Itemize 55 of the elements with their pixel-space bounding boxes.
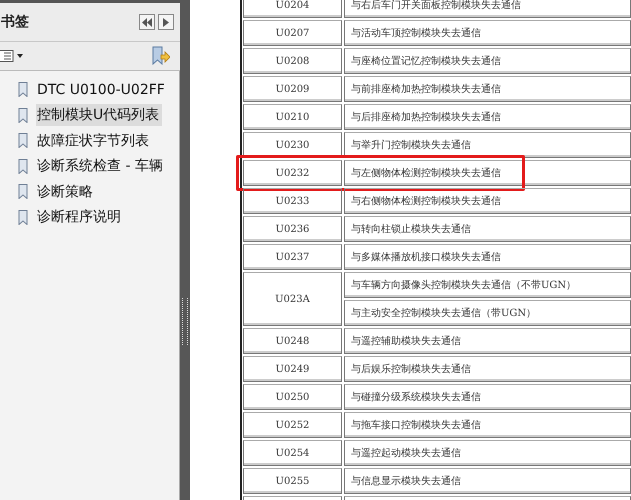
table-cell: 与碰撞分级系统模块失去通信	[344, 384, 631, 410]
table-cell: 与遥控起动模块失去通信	[344, 440, 631, 466]
bookmark-item[interactable]: 诊断系统检查 - 车辆	[36, 155, 166, 178]
table-cell: 与前排座椅加热控制模块失去通信	[344, 76, 631, 102]
table-cell: 与遥控辅助模块失去通信	[344, 328, 631, 354]
bookmark-icon	[18, 158, 28, 174]
table-cell: U0254	[243, 440, 342, 466]
bookmark-icon	[18, 108, 28, 123]
bookmark-icon	[18, 82, 28, 98]
panel-title: 书签	[1, 13, 29, 31]
table-cell: U0204	[243, 0, 342, 18]
table-cell: U0248	[243, 328, 342, 354]
table-cell: 与活动车顶控制模块失去通信	[344, 20, 631, 46]
table-cell: U0208	[243, 48, 342, 74]
double-left-arrow-icon	[142, 18, 152, 26]
table-cell: 与信息显示模块失去通信	[344, 468, 631, 494]
table-cell: U0210	[243, 104, 342, 130]
table-cell: 与举升门控制模块失去通信	[344, 132, 631, 158]
bookmark-item[interactable]: 控制模块U代码列表	[36, 104, 162, 126]
bookmark-item[interactable]: 故障症状字节列表	[36, 130, 152, 152]
bookmark-item[interactable]: 诊断程序说明	[36, 206, 124, 228]
bookmark-icon	[18, 184, 28, 200]
table-cell: U0237	[243, 244, 342, 270]
table-cell: U0230	[243, 132, 342, 158]
table-cell: 与右侧物体检测控制模块失去通信	[344, 188, 631, 214]
right-arrow-icon	[163, 18, 169, 26]
table-cell: 与主动安全控制模块失去通信（带UGN）	[344, 300, 631, 326]
table-cell: U0207	[243, 20, 342, 46]
table-cell: 与多媒体播放机接口模块失去通信	[344, 244, 631, 270]
table-cell: 与车辆方向摄像头控制模块失去通信（不带UGN）	[344, 272, 631, 298]
table-cell: 与后排座椅加热控制模块失去通信	[344, 104, 631, 130]
bookmark-item[interactable]: 诊断策略	[36, 180, 96, 203]
table-cell: U0250	[243, 384, 342, 410]
table-cell: U0252	[243, 412, 342, 438]
table-cell: U0249	[243, 356, 342, 382]
new-bookmark-icon[interactable]	[152, 46, 170, 66]
bookmark-icon	[18, 133, 28, 148]
table-cell: 与左侧物体检测控制模块失去通信	[344, 160, 631, 186]
table-cell: 与座椅位置记忆控制模块失去通信	[344, 48, 631, 74]
table-cell: 与转向柱锁止模块失去通信	[344, 216, 631, 242]
next-button[interactable]	[158, 14, 174, 30]
collapse-button[interactable]	[139, 14, 155, 30]
table-cell: U023A	[243, 272, 342, 326]
splitter-handle[interactable]	[180, 0, 190, 500]
table-cell: U0233	[243, 188, 342, 214]
bookmark-item[interactable]: DTC U0100-U02FF	[36, 80, 168, 100]
table-cell: 与后娱乐控制模块失去通信	[344, 356, 631, 382]
bookmark-icon	[18, 210, 28, 225]
caret-icon	[17, 54, 23, 58]
table-cell: U0209	[243, 76, 342, 102]
table-cell: U0255	[243, 468, 342, 494]
table-cell: U0232	[243, 160, 342, 186]
options-dropdown[interactable]	[0, 50, 23, 62]
table-cell: U0236	[243, 216, 342, 242]
table-cell: 与拖车接口控制模块失去通信	[344, 412, 631, 438]
